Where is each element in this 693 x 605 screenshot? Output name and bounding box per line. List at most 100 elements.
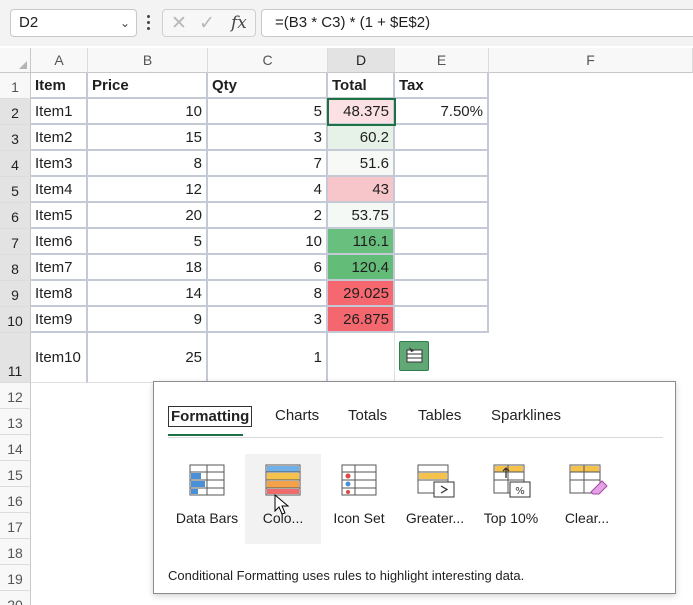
check-icon[interactable]: ✓ <box>199 12 215 35</box>
cell-price[interactable]: 10 <box>88 99 208 125</box>
cell-tax[interactable]: 7.50% <box>395 99 489 125</box>
cell-header-tax[interactable]: Tax <box>395 73 489 99</box>
cell-price[interactable]: 25 <box>88 333 208 383</box>
cell-header-qty[interactable]: Qty <box>208 73 328 99</box>
clear-format-option[interactable]: Clear... <box>549 454 625 544</box>
tab-charts[interactable]: Charts <box>275 407 319 424</box>
row-header-6[interactable]: 6 <box>0 203 31 229</box>
cell-total[interactable]: 116.1 <box>328 229 395 255</box>
cell-tax[interactable] <box>395 151 489 177</box>
chevron-down-icon[interactable]: ⌄ <box>120 10 130 36</box>
row-header-17[interactable]: 17 <box>0 513 31 539</box>
cell-total[interactable]: 43 <box>328 177 395 203</box>
icon-set-option[interactable]: Icon Set <box>321 454 397 544</box>
cancel-icon[interactable]: ✕ <box>171 12 187 35</box>
row-header-12[interactable]: 12 <box>0 383 31 409</box>
cell-price[interactable]: 14 <box>88 281 208 307</box>
tab-sparklines[interactable]: Sparklines <box>491 407 561 424</box>
cell-tax[interactable] <box>395 125 489 151</box>
row-header-15[interactable]: 15 <box>0 461 31 487</box>
cell-qty[interactable]: 7 <box>208 151 328 177</box>
cell-qty[interactable]: 6 <box>208 255 328 281</box>
tab-totals[interactable]: Totals <box>348 407 387 424</box>
cell-header-price[interactable]: Price <box>88 73 208 99</box>
row-header-3[interactable]: 3 <box>0 125 31 151</box>
cell-tax[interactable] <box>395 255 489 281</box>
row-header-20[interactable]: 20 <box>0 591 31 605</box>
formula-input[interactable]: =(B3 * C3) * (1 + $E$2) <box>261 9 693 37</box>
cell-qty[interactable]: 3 <box>208 307 328 333</box>
cell-item[interactable]: Item9 <box>31 307 88 333</box>
cell-tax[interactable] <box>395 203 489 229</box>
row-header-7[interactable]: 7 <box>0 229 31 255</box>
select-all-corner[interactable] <box>0 48 31 73</box>
cell-item[interactable]: Item3 <box>31 151 88 177</box>
cell-qty[interactable]: 10 <box>208 229 328 255</box>
quick-analysis-button[interactable] <box>399 341 429 371</box>
tab-tables[interactable]: Tables <box>418 407 461 424</box>
name-box[interactable]: D2 ⌄ <box>10 9 137 37</box>
cell-price[interactable]: 20 <box>88 203 208 229</box>
row-header-8[interactable]: 8 <box>0 255 31 281</box>
cell-item[interactable]: Item2 <box>31 125 88 151</box>
cell-tax[interactable] <box>395 281 489 307</box>
row-header-9[interactable]: 9 <box>0 281 31 307</box>
cell-item[interactable]: Item7 <box>31 255 88 281</box>
cell-qty[interactable]: 2 <box>208 203 328 229</box>
column-header-c[interactable]: C <box>208 48 328 73</box>
cell-total[interactable]: 60.2 <box>328 125 395 151</box>
cell-qty[interactable]: 8 <box>208 281 328 307</box>
insert-function-icon[interactable]: fx <box>231 13 247 33</box>
cell-header-item[interactable]: Item <box>31 73 88 99</box>
column-header-b[interactable]: B <box>88 48 208 73</box>
cell-item[interactable]: Item10 <box>31 333 88 383</box>
cell-total[interactable] <box>328 333 395 383</box>
row-header-14[interactable]: 14 <box>0 435 31 461</box>
color-scale-option[interactable]: Colo... <box>245 454 321 544</box>
row-header-5[interactable]: 5 <box>0 177 31 203</box>
cell-total[interactable]: 48.375 <box>328 99 395 125</box>
cell-tax[interactable] <box>395 229 489 255</box>
cell-qty[interactable]: 3 <box>208 125 328 151</box>
row-header-11[interactable]: 11 <box>0 333 31 383</box>
cell-item[interactable]: Item6 <box>31 229 88 255</box>
cell-qty[interactable]: 5 <box>208 99 328 125</box>
cell-total[interactable]: 29.025 <box>328 281 395 307</box>
cell-item[interactable]: Item1 <box>31 99 88 125</box>
cell-tax[interactable] <box>395 177 489 203</box>
row-header-18[interactable]: 18 <box>0 539 31 565</box>
row-header-13[interactable]: 13 <box>0 409 31 435</box>
cell-header-total[interactable]: Total <box>328 73 395 99</box>
cell-total[interactable]: 120.4 <box>328 255 395 281</box>
row-header-19[interactable]: 19 <box>0 565 31 591</box>
row-header-2[interactable]: 2 <box>0 99 31 125</box>
cell-total[interactable]: 26.875 <box>328 307 395 333</box>
row-header-10[interactable]: 10 <box>0 307 31 333</box>
column-header-a[interactable]: A <box>31 48 88 73</box>
column-header-d[interactable]: D <box>328 48 395 73</box>
column-header-e[interactable]: E <box>395 48 489 73</box>
cell-price[interactable]: 9 <box>88 307 208 333</box>
row-header-1[interactable]: 1 <box>0 73 31 99</box>
data-bars-option[interactable]: Data Bars <box>169 454 245 544</box>
cell-price[interactable]: 12 <box>88 177 208 203</box>
cell-tax[interactable] <box>395 307 489 333</box>
tab-formatting[interactable]: Formatting <box>168 406 253 427</box>
column-header-f[interactable]: F <box>489 48 693 73</box>
row-header-4[interactable]: 4 <box>0 151 31 177</box>
cell-item[interactable]: Item8 <box>31 281 88 307</box>
more-options-icon[interactable] <box>143 12 153 34</box>
cell-qty[interactable]: 4 <box>208 177 328 203</box>
cell-total[interactable]: 51.6 <box>328 151 395 177</box>
cell-price[interactable]: 5 <box>88 229 208 255</box>
cell-price[interactable]: 8 <box>88 151 208 177</box>
cell-price[interactable]: 18 <box>88 255 208 281</box>
cell-item[interactable]: Item5 <box>31 203 88 229</box>
cell-item[interactable]: Item4 <box>31 177 88 203</box>
cell-qty[interactable]: 1 <box>208 333 328 383</box>
top-10-option[interactable]: % Top 10% <box>473 454 549 544</box>
greater-than-option[interactable]: Greater... <box>397 454 473 544</box>
cell-total[interactable]: 53.75 <box>328 203 395 229</box>
row-header-16[interactable]: 16 <box>0 487 31 513</box>
cell-price[interactable]: 15 <box>88 125 208 151</box>
